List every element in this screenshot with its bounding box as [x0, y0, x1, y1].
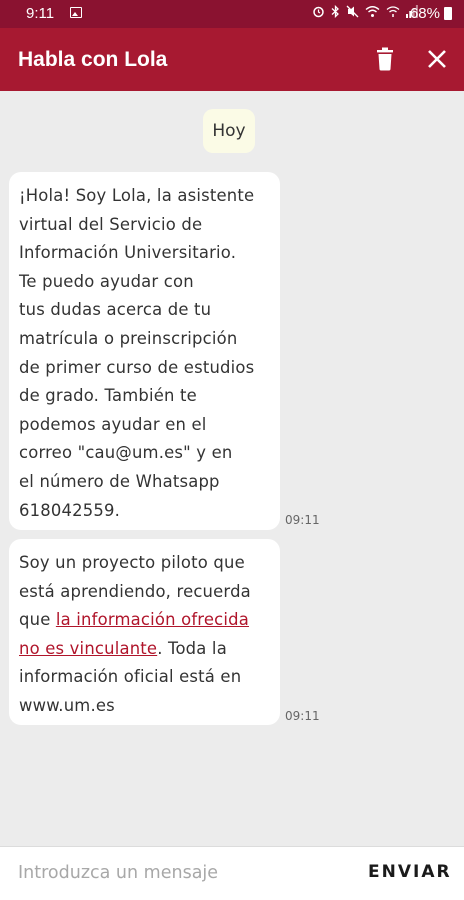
- message-line: matrícula o preinscripción: [19, 328, 238, 348]
- message-time: 09:11: [285, 513, 320, 527]
- app-title: Habla con Lola: [18, 48, 168, 71]
- delete-chat-button[interactable]: [372, 45, 398, 73]
- close-icon: [428, 50, 446, 68]
- message-input[interactable]: [18, 857, 338, 889]
- message-line: que la información ofrecida: [19, 606, 270, 635]
- message-time: 09:11: [285, 709, 320, 723]
- message-line: no es vinculante. Toda la: [19, 635, 270, 664]
- message-text: que: [19, 610, 56, 630]
- status-icons: [312, 5, 418, 18]
- status-time: 9:11: [26, 5, 55, 22]
- hotspot-icon: [386, 6, 400, 17]
- status-bar: 9:11 68%: [0, 0, 464, 28]
- message-line: correo "cau@um.es" y en: [19, 443, 233, 463]
- wifi-icon: [365, 6, 380, 17]
- message-line: virtual del Servicio de: [19, 214, 203, 234]
- message-line: www.um.es: [19, 695, 115, 715]
- close-button[interactable]: [423, 45, 451, 73]
- message-line: de grado. También te: [19, 386, 197, 406]
- message-line: de primer curso de estudios: [19, 357, 255, 377]
- mute-icon: [346, 5, 359, 18]
- message-line: Te puedo ayudar con: [19, 271, 194, 291]
- app-bar: Habla con Lola: [0, 28, 464, 91]
- message-text: . Toda la: [157, 638, 227, 658]
- message-line: Soy un proyecto piloto que: [19, 553, 245, 572]
- message-line: está aprendiendo, recuerda: [19, 581, 251, 601]
- bot-message: Soy un proyecto piloto que está aprendie…: [9, 539, 280, 725]
- alarm-icon: [313, 6, 324, 18]
- trash-icon: [377, 47, 393, 71]
- message-line: ¡Hola! Soy Lola, la asistente: [19, 186, 255, 205]
- disclaimer-link[interactable]: la información ofrecida: [56, 610, 249, 629]
- date-chip: Hoy: [203, 109, 255, 153]
- battery-icon: [444, 7, 452, 20]
- send-button[interactable]: ENVIAR: [368, 862, 452, 882]
- message-line: Información Universitario.: [19, 243, 237, 263]
- message-line: información oficial está en: [19, 667, 242, 687]
- disclaimer-link[interactable]: no es vinculante: [19, 639, 157, 658]
- image-icon: [70, 7, 82, 18]
- bot-message: ¡Hola! Soy Lola, la asistente virtual de…: [9, 172, 280, 530]
- message-line: podemos ayudar en el: [19, 414, 207, 434]
- message-line: el número de Whatsapp: [19, 471, 220, 491]
- bluetooth-icon: [331, 5, 339, 18]
- battery-percent: 68%: [409, 5, 440, 22]
- message-line: 618042559.: [19, 500, 121, 520]
- message-line: tus dudas acerca de tu: [19, 300, 212, 320]
- chat-area[interactable]: Hoy ¡Hola! Soy Lola, la asistente virtua…: [0, 91, 464, 846]
- message-composer: ENVIAR: [0, 846, 464, 900]
